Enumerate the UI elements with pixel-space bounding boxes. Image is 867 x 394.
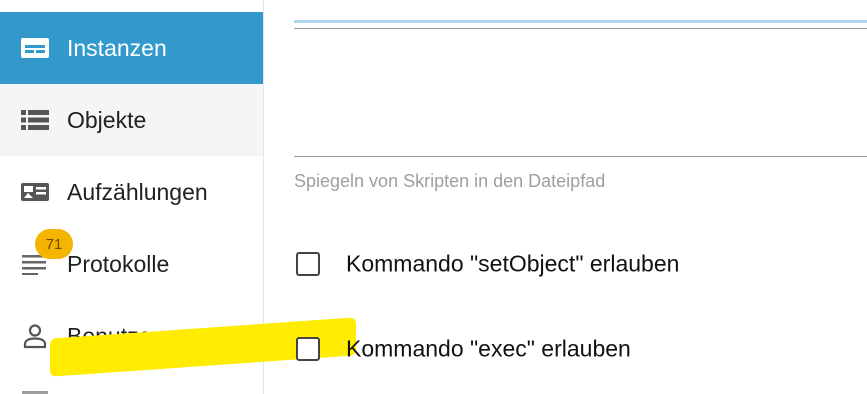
sidebar-item-label: Objekte bbox=[67, 106, 147, 133]
setobject-checkbox-row[interactable]: Kommando "setObject" erlauben bbox=[294, 244, 867, 284]
divider bbox=[294, 28, 867, 29]
list-icon bbox=[20, 105, 50, 135]
setobject-checkbox[interactable] bbox=[296, 252, 320, 276]
sidebar-item-aufzaehlungen[interactable]: Aufzählungen bbox=[0, 156, 263, 228]
sidebar-item-label: Instanzen bbox=[67, 34, 167, 61]
sidebar-item-label: Aufzählungen bbox=[67, 178, 208, 205]
mirror-path-helper-text: Spiegeln von Skripten in den Dateipfad bbox=[294, 171, 606, 191]
exec-checkbox[interactable] bbox=[296, 337, 320, 361]
exec-checkbox-label: Kommando "exec" erlauben bbox=[346, 335, 631, 362]
log-count-badge: 71 bbox=[35, 229, 73, 259]
person-icon bbox=[20, 321, 50, 351]
setobject-checkbox-label: Kommando "setObject" erlauben bbox=[346, 250, 680, 277]
tab-indicator-line bbox=[294, 20, 867, 23]
mirror-path-field-underline[interactable] bbox=[294, 156, 867, 157]
instances-icon bbox=[20, 33, 50, 63]
enum-card-icon bbox=[20, 177, 50, 207]
sidebar-item-label: Protokolle bbox=[67, 250, 170, 277]
sidebar-item-instanzen[interactable]: Instanzen bbox=[0, 12, 263, 84]
exec-checkbox-row[interactable]: Kommando "exec" erlauben bbox=[294, 329, 867, 369]
sidebar-item-objekte[interactable]: Objekte bbox=[0, 84, 263, 156]
